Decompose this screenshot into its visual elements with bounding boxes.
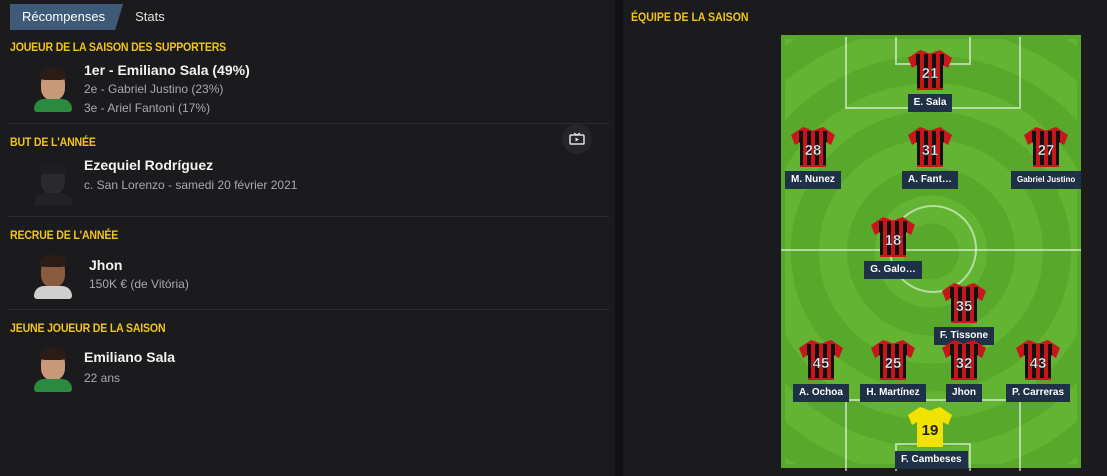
player-card[interactable]: 25 H. Martínez <box>858 338 928 402</box>
supporters-second-place[interactable]: 2e - Gabriel Justino (23%) <box>84 82 223 96</box>
awards-panel: Récompenses Stats JOUEUR DE LA SAISON DE… <box>0 0 615 476</box>
player-card[interactable]: 43 P. Carreras <box>1003 338 1073 402</box>
panel-gap <box>615 0 623 476</box>
player-name[interactable]: Gabriel Justino <box>1011 171 1082 189</box>
tab-bar: Récompenses Stats <box>10 4 177 30</box>
jersey-number: 21 <box>922 65 939 82</box>
watch-goal-button[interactable] <box>562 124 592 154</box>
signing-detail: 150K € (de Vitória) <box>89 277 189 291</box>
player-name[interactable]: Jhon <box>946 384 982 402</box>
player-name[interactable]: H. Martínez <box>860 384 926 402</box>
divider <box>8 123 609 124</box>
supporters-third-place[interactable]: 3e - Ariel Fantoni (17%) <box>84 101 210 115</box>
divider <box>8 216 609 217</box>
goal-scorer-name[interactable]: Ezequiel Rodríguez <box>84 157 213 173</box>
goal-award-title: BUT DE L'ANNÉE <box>10 135 96 149</box>
player-name[interactable]: A. Fant… <box>902 171 958 189</box>
jersey-icon: 18 <box>871 217 915 257</box>
player-card[interactable]: 28 M. Nunez <box>778 125 848 189</box>
tv-icon <box>569 132 585 145</box>
player-card[interactable]: 27 Gabriel Justino <box>1011 125 1082 189</box>
jersey-number: 19 <box>922 422 939 439</box>
avatar <box>34 346 72 392</box>
jersey-icon: 43 <box>1016 340 1060 380</box>
divider <box>8 309 609 310</box>
signing-name[interactable]: Jhon <box>89 257 122 273</box>
jersey-number: 32 <box>956 355 973 372</box>
avatar <box>34 66 72 112</box>
jersey-icon: 45 <box>799 340 843 380</box>
player-card[interactable]: 32 Jhon <box>929 338 999 402</box>
player-card[interactable]: 19 F. Cambeses <box>895 405 968 469</box>
young-player-name[interactable]: Emiliano Sala <box>84 349 175 365</box>
supporters-first-place[interactable]: 1er - Emiliano Sala (49%) <box>84 62 250 78</box>
player-card[interactable]: 18 G. Galo… <box>858 215 928 279</box>
tab-stats[interactable]: Stats <box>123 4 177 30</box>
jersey-number: 25 <box>885 355 902 372</box>
team-of-season-panel: ÉQUIPE DE LA SAISON 21 E. Sala 28 M. Nun… <box>623 0 1107 476</box>
player-name[interactable]: P. Carreras <box>1005 384 1071 402</box>
player-name[interactable]: G. Galo… <box>864 261 922 279</box>
signing-award-title: RECRUE DE L'ANNÉE <box>10 228 119 242</box>
player-name[interactable]: E. Sala <box>907 94 953 112</box>
jersey-icon: 19 <box>908 407 952 447</box>
player-card[interactable]: 45 A. Ochoa <box>786 338 856 402</box>
player-name[interactable]: A. Ochoa <box>793 384 849 402</box>
young-award-title: JEUNE JOUEUR DE LA SAISON <box>10 321 166 335</box>
jersey-icon: 25 <box>871 340 915 380</box>
jersey-number: 28 <box>805 142 822 159</box>
player-name[interactable]: M. Nunez <box>785 171 841 189</box>
jersey-number: 35 <box>956 298 973 315</box>
player-card[interactable]: 31 A. Fant… <box>895 125 965 189</box>
jersey-number: 18 <box>885 232 902 249</box>
jersey-number: 31 <box>922 142 939 159</box>
avatar <box>34 160 72 206</box>
young-player-age: 22 ans <box>84 371 121 385</box>
player-card[interactable]: 35 F. Tissone <box>929 281 999 345</box>
player-name[interactable]: F. Cambeses <box>895 451 968 469</box>
jersey-icon: 28 <box>791 127 835 167</box>
jersey-icon: 27 <box>1024 127 1068 167</box>
player-card[interactable]: 21 E. Sala <box>895 48 965 112</box>
jersey-number: 43 <box>1030 355 1047 372</box>
jersey-number: 27 <box>1038 142 1055 159</box>
jersey-icon: 31 <box>908 127 952 167</box>
jersey-icon: 32 <box>942 340 986 380</box>
goal-detail[interactable]: c. San Lorenzo - samedi 20 février 2021 <box>84 178 297 192</box>
tab-recompenses[interactable]: Récompenses <box>10 4 123 30</box>
supporters-award-title: JOUEUR DE LA SAISON DES SUPPORTERS <box>10 40 227 54</box>
avatar <box>34 253 72 299</box>
team-title: ÉQUIPE DE LA SAISON <box>631 10 749 24</box>
jersey-icon: 21 <box>908 50 952 90</box>
jersey-icon: 35 <box>942 283 986 323</box>
jersey-number: 45 <box>813 355 830 372</box>
